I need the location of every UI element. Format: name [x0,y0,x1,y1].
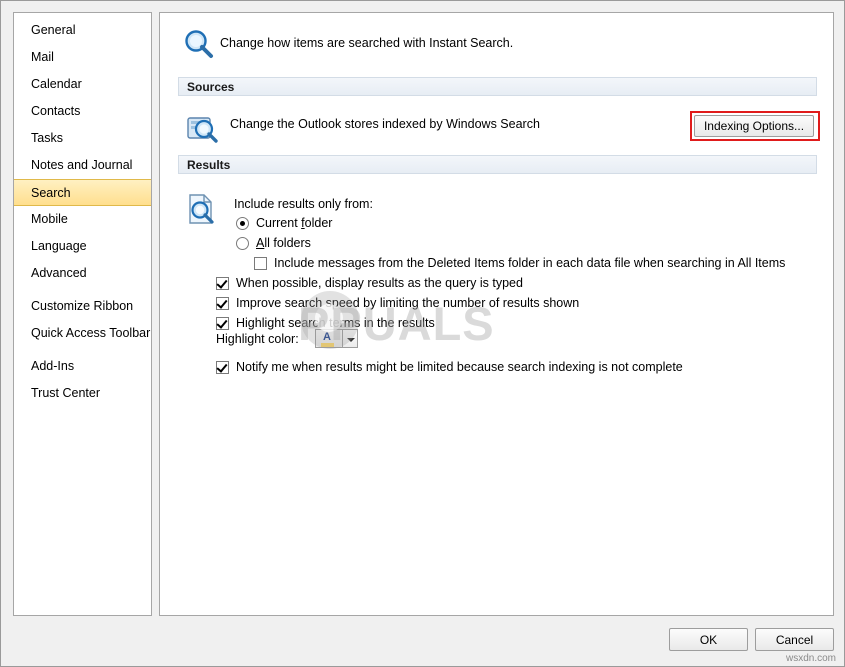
checkbox-include-deleted-items[interactable] [254,257,267,270]
sidebar-item-label: Add-Ins [31,359,75,373]
sidebar-item-mobile[interactable]: Mobile [14,206,151,233]
highlight-color-swatch[interactable]: A [315,329,343,348]
checkbox-display-results-as-typed[interactable] [216,277,229,290]
sidebar-item-search[interactable]: Search [14,179,151,206]
sidebar-item-notes-and-journal[interactable]: Notes and Journal [14,152,151,179]
checkbox-display-results-as-typed-label: When possible, display results as the qu… [236,276,523,290]
ok-button[interactable]: OK [669,628,748,651]
checkbox-improve-search-speed-label: Improve search speed by limiting the num… [236,296,580,310]
sidebar-item-label: Notes and Journal [31,158,133,172]
sidebar-item-label: Trust Center [31,386,101,400]
search-options-panel: Change how items are searched with Insta… [159,12,834,616]
radio-current-folder-label: Current folder [256,216,333,230]
radio-current-folder[interactable] [236,217,249,230]
sidebar-item-add-ins[interactable]: Add-Ins [14,353,151,380]
sidebar-item-customize-ribbon[interactable]: Customize Ribbon [14,293,151,320]
sources-description: Change the Outlook stores indexed by Win… [230,117,540,131]
sidebar-item-label: Quick Access Toolbar [31,326,151,340]
sidebar-item-label: Calendar [31,77,82,91]
sidebar-item-label: Advanced [31,266,87,280]
sidebar-item-mail[interactable]: Mail [14,44,151,71]
sidebar-item-quick-access-toolbar[interactable]: Quick Access Toolbar [14,320,151,347]
radio-all-folders-label: All folders [256,236,311,250]
indexing-options-button[interactable]: Indexing Options... [694,115,814,137]
sidebar-item-label: Mail [31,50,54,64]
footer-url: wsxdn.com [785,653,836,664]
checkbox-highlight-search-terms[interactable] [216,317,229,330]
results-search-icon [185,192,217,226]
sidebar-item-trust-center[interactable]: Trust Center [14,380,151,407]
sidebar-item-language[interactable]: Language [14,233,151,260]
sidebar-item-label: Contacts [31,104,81,118]
sidebar-item-advanced[interactable]: Advanced [14,260,151,287]
highlight-color-bar [321,343,334,347]
results-section-header: Results [178,155,817,174]
sidebar-item-tasks[interactable]: Tasks [14,125,151,152]
checkbox-highlight-search-terms-label: Highlight search terms in the results [236,316,435,330]
outlook-options-dialog: General Mail Calendar Contacts Tasks Not… [0,0,845,667]
magnifier-icon [182,28,216,62]
sidebar-item-general[interactable]: General [14,17,151,44]
sidebar-item-label: Tasks [31,131,63,145]
sidebar-item-calendar[interactable]: Calendar [14,71,151,98]
radio-all-folders[interactable] [236,237,249,250]
sidebar-item-label: Language [31,239,87,253]
search-store-icon [185,112,219,144]
results-section-title: Results [187,158,231,172]
sidebar-item-label: General [31,23,76,37]
sidebar-item-label: Mobile [31,212,68,226]
panel-header-text: Change how items are searched with Insta… [220,36,514,50]
sources-section-header: Sources [178,77,817,96]
options-category-list[interactable]: General Mail Calendar Contacts Tasks Not… [13,12,152,616]
sidebar-item-label: Search [31,186,71,200]
highlight-color-label: Highlight color: [216,332,299,346]
panel-header: Change how items are searched with Insta… [160,13,833,73]
checkbox-improve-search-speed[interactable] [216,297,229,310]
checkbox-include-deleted-items-label: Include messages from the Deleted Items … [274,256,786,270]
checkbox-notify-indexing-incomplete-label: Notify me when results might be limited … [236,360,683,374]
chevron-down-icon[interactable] [343,329,358,348]
cancel-button[interactable]: Cancel [755,628,834,651]
sidebar-item-contacts[interactable]: Contacts [14,98,151,125]
sources-section-title: Sources [187,80,235,94]
sidebar-item-label: Customize Ribbon [31,299,134,313]
include-results-label: Include results only from: [234,197,373,211]
checkbox-notify-indexing-incomplete[interactable] [216,361,229,374]
highlight-color-letter: A [323,331,331,343]
